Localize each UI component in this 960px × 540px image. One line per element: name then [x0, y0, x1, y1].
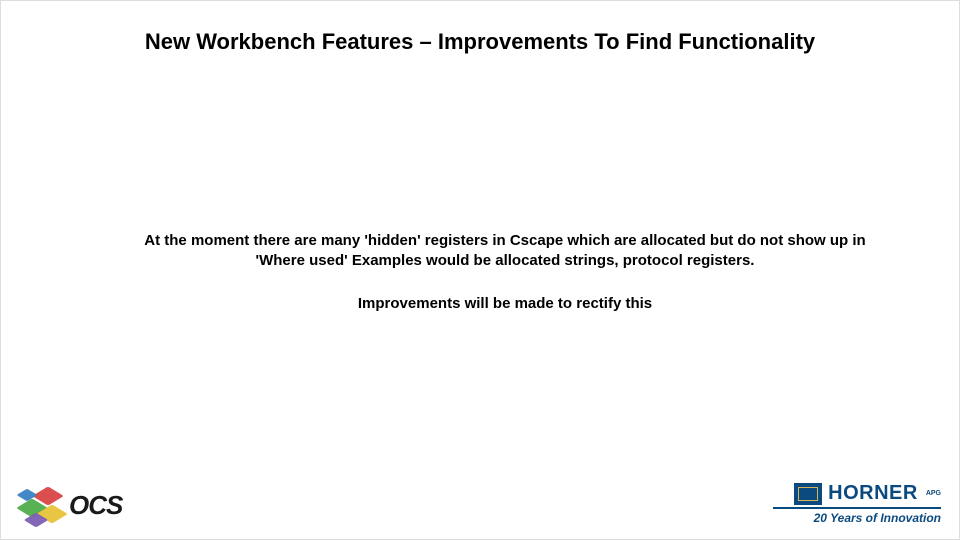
- slide-body: At the moment there are many 'hidden' re…: [121, 231, 889, 314]
- slide: New Workbench Features – Improvements To…: [0, 0, 960, 540]
- slide-title: New Workbench Features – Improvements To…: [1, 29, 959, 55]
- horner-logo: HORNER APG 20 Years of Innovation: [773, 482, 941, 525]
- horner-divider: [773, 507, 941, 509]
- ocs-cubes-icon: [19, 485, 63, 525]
- horner-logo-sub: APG: [926, 490, 941, 497]
- footer: OCS HORNER APG 20 Years of Innovation: [19, 465, 941, 525]
- horner-mark-icon: [794, 483, 822, 505]
- ocs-logo-text: OCS: [69, 490, 122, 521]
- ocs-logo: OCS: [19, 485, 122, 525]
- body-paragraph-2: Improvements will be made to rectify thi…: [121, 294, 889, 314]
- body-paragraph-1: At the moment there are many 'hidden' re…: [121, 231, 889, 272]
- horner-tagline: 20 Years of Innovation: [773, 511, 941, 525]
- horner-logo-text: HORNER: [828, 482, 918, 505]
